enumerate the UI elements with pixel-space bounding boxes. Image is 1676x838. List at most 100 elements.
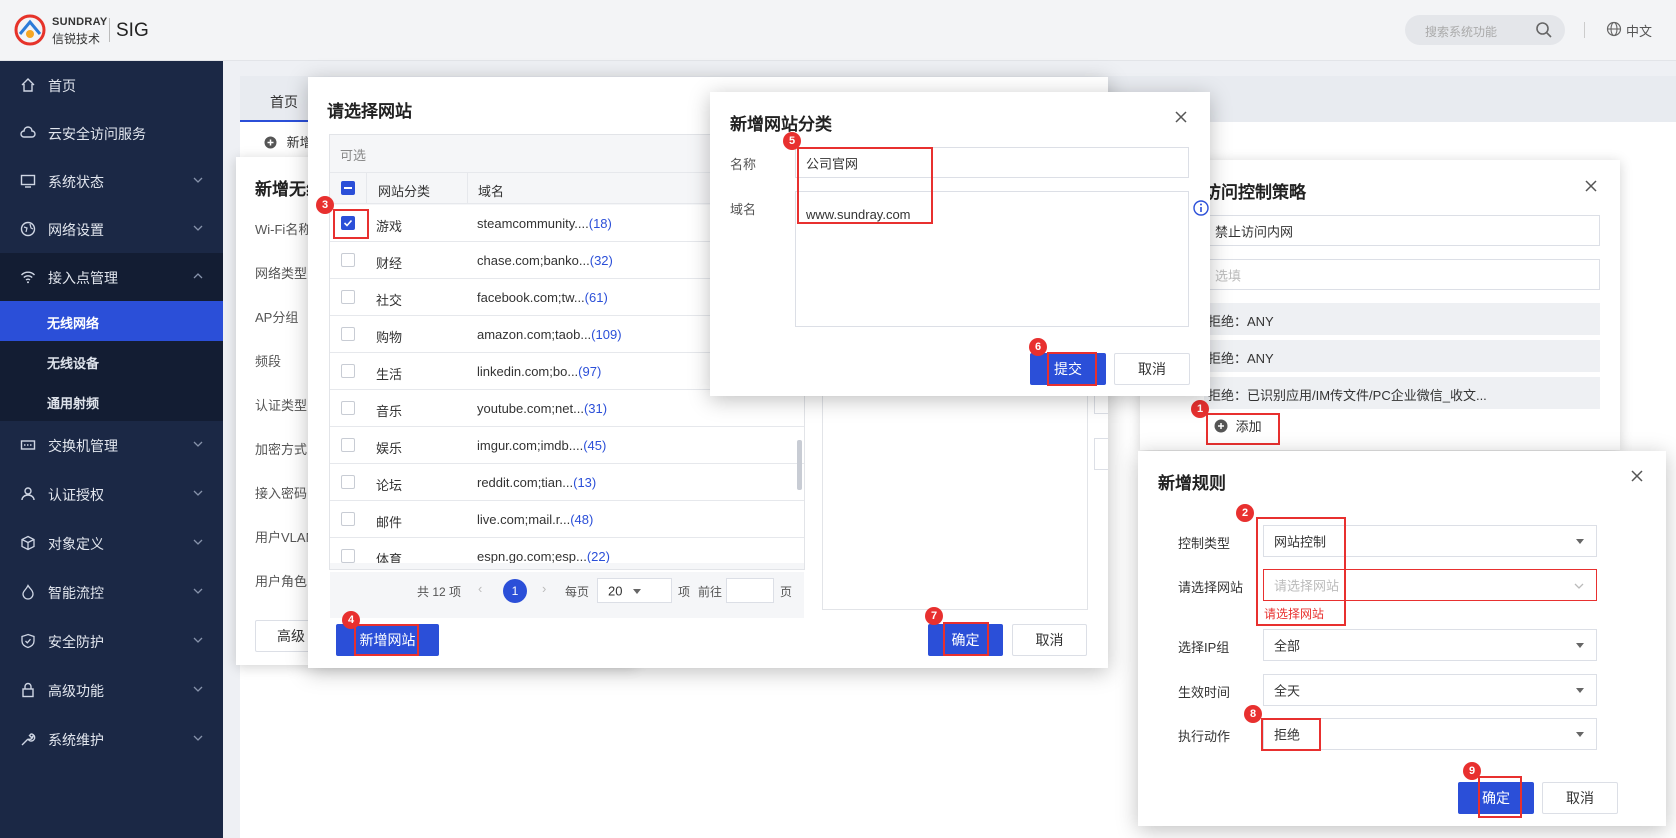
ip-group-value: 全部 xyxy=(1274,638,1301,654)
row-checkbox[interactable] xyxy=(341,364,355,378)
add-row[interactable]: 新增 xyxy=(264,132,313,151)
sidebar-item-label: 网络设置 xyxy=(48,222,104,238)
row-category: 体育 xyxy=(376,552,403,563)
sidebar-item-network[interactable]: 网络设置 xyxy=(0,205,223,253)
row-category: 娱乐 xyxy=(376,441,403,456)
table-row[interactable]: 娱乐 imgur.com;imdb....(45) xyxy=(330,427,804,464)
scrollbar[interactable] xyxy=(797,440,802,490)
sidebar-item-ap-management[interactable]: 接入点管理 xyxy=(0,253,223,301)
row-checkbox[interactable] xyxy=(341,512,355,526)
search-icon[interactable] xyxy=(1535,21,1553,39)
row-checkbox[interactable] xyxy=(341,549,355,563)
row-domain-text: facebook.com;tw... xyxy=(477,290,585,305)
effective-time-label: 生效时间 xyxy=(1178,685,1231,700)
current-page[interactable]: 1 xyxy=(503,579,527,603)
wrench-icon xyxy=(21,733,36,746)
goto-label: 前往 xyxy=(698,585,723,599)
rule-item[interactable]: 拒绝：ANY xyxy=(1204,303,1600,335)
network-type-label: 网络类型 xyxy=(255,266,308,281)
highlight-box xyxy=(354,624,419,656)
ip-group-select[interactable]: 全部 xyxy=(1263,629,1597,661)
table-row[interactable]: 邮件 live.com;mail.r...(48) xyxy=(330,501,804,538)
category-cancel-button[interactable]: 取消 xyxy=(1114,353,1190,385)
highlight-box xyxy=(333,209,369,239)
row-domain: imgur.com;imdb....(45) xyxy=(477,438,606,453)
policy-desc-input[interactable]: 选填 xyxy=(1204,259,1600,290)
goto-page-input[interactable] xyxy=(726,578,774,603)
effective-time-value: 全天 xyxy=(1274,683,1301,699)
sidebar-subitem-wireless-device[interactable]: 无线设备 xyxy=(0,341,223,381)
highlight-box xyxy=(943,622,989,656)
policy-name-input[interactable]: 禁止访问内网 xyxy=(1204,215,1600,246)
rule-text: 拒绝：ANY xyxy=(1208,314,1274,329)
sidebar-item-switch[interactable]: 交换机管理 xyxy=(0,421,223,469)
rule-cancel-button[interactable]: 取消 xyxy=(1542,782,1618,814)
globe-icon[interactable] xyxy=(1606,21,1622,37)
sidebar-subitem-radio[interactable]: 通用射频 xyxy=(0,381,223,421)
row-checkbox[interactable] xyxy=(341,475,355,489)
next-page-icon[interactable]: › xyxy=(542,581,546,596)
row-domain-count: (22) xyxy=(586,549,610,563)
category-name-label: 名称 xyxy=(730,157,757,172)
sidebar-item-label: 智能流控 xyxy=(48,585,104,601)
brand-en: SUNDRAY xyxy=(52,16,108,28)
sidebar-subitem-wireless-network[interactable]: 无线网络 xyxy=(0,301,223,341)
rule-item[interactable]: 拒绝：ANY xyxy=(1204,340,1600,372)
sidebar-item-home[interactable]: 首页 xyxy=(0,61,223,109)
row-checkbox[interactable] xyxy=(341,290,355,304)
sidebar-item-objects[interactable]: 对象定义 xyxy=(0,519,223,567)
close-icon[interactable] xyxy=(1630,469,1644,483)
row-domain-count: (32) xyxy=(589,253,613,268)
row-domain: reddit.com;tian...(13) xyxy=(477,475,596,490)
chevron-down-icon xyxy=(193,686,203,692)
rule-item[interactable]: 拒绝：已识别应用/IM传文件/PC企业微信_收文... xyxy=(1204,377,1600,409)
language-switch[interactable]: 中文 xyxy=(1626,21,1652,40)
category-domain-label: 域名 xyxy=(730,202,757,217)
col-divider xyxy=(366,172,367,204)
row-domain-count: (31) xyxy=(583,401,608,416)
sidebar-item-cloud[interactable]: 云安全访问服务 xyxy=(0,109,223,157)
info-icon[interactable] xyxy=(1193,200,1209,216)
select-site-label: 请选择网站 xyxy=(1178,580,1244,595)
sidebar-item-status[interactable]: 系统状态 xyxy=(0,157,223,205)
close-icon[interactable] xyxy=(1174,110,1188,124)
sundray-logo-icon xyxy=(14,14,46,46)
per-page-select[interactable]: 20 xyxy=(597,578,672,603)
row-domain: steamcommunity....(18) xyxy=(477,216,612,231)
row-domain: espn.go.com;esp...(22) xyxy=(477,549,610,563)
brand-cn: 信锐技术 xyxy=(52,32,101,46)
effective-time-select[interactable]: 全天 xyxy=(1263,674,1597,706)
password-label: 接入密码 xyxy=(255,486,308,501)
row-domain-count: (13) xyxy=(573,475,597,490)
auth-type-label: 认证类型 xyxy=(255,398,308,413)
sidebar-item-security[interactable]: 安全防护 xyxy=(0,617,223,665)
sidebar-item-maintenance[interactable]: 系统维护 xyxy=(0,715,223,763)
prev-page-icon[interactable]: ‹ xyxy=(478,581,482,596)
close-icon[interactable] xyxy=(1584,179,1598,193)
row-domain: amazon.com;taob...(109) xyxy=(477,327,622,342)
logo-divider xyxy=(109,18,110,42)
select-all-checkbox[interactable] xyxy=(341,181,355,195)
table-row[interactable]: 体育 espn.go.com;esp...(22) xyxy=(330,538,804,563)
row-checkbox[interactable] xyxy=(341,253,355,267)
row-checkbox[interactable] xyxy=(341,327,355,341)
row-checkbox[interactable] xyxy=(341,401,355,415)
available-label: 可选 xyxy=(340,148,367,163)
sidebar-item-flow-control[interactable]: 智能流控 xyxy=(0,568,223,616)
sidebar-item-label: 认证授权 xyxy=(48,487,104,503)
row-domain: chase.com;banko...(32) xyxy=(477,253,613,268)
row-checkbox[interactable] xyxy=(341,438,355,452)
select-site-title: 请选择网站 xyxy=(327,102,412,121)
row-category: 社交 xyxy=(376,293,403,308)
select-site-cancel-button[interactable]: 取消 xyxy=(1012,624,1087,656)
wifi-icon xyxy=(20,271,36,284)
table-row[interactable]: 论坛 reddit.com;tian...(13) xyxy=(330,464,804,501)
sidebar: 首页 云安全访问服务 系统状态 网络设置 接入点管理 无线网络 无线设备 通用射… xyxy=(0,61,223,838)
subitem-label: 通用射频 xyxy=(47,396,100,411)
search-box[interactable]: 搜索系统功能 xyxy=(1405,15,1565,45)
sidebar-item-advanced[interactable]: 高级功能 xyxy=(0,666,223,714)
band-label: 频段 xyxy=(255,354,282,369)
sidebar-item-auth[interactable]: 认证授权 xyxy=(0,470,223,518)
policy-name-value: 禁止访问内网 xyxy=(1215,224,1294,239)
globe-icon xyxy=(20,221,36,237)
